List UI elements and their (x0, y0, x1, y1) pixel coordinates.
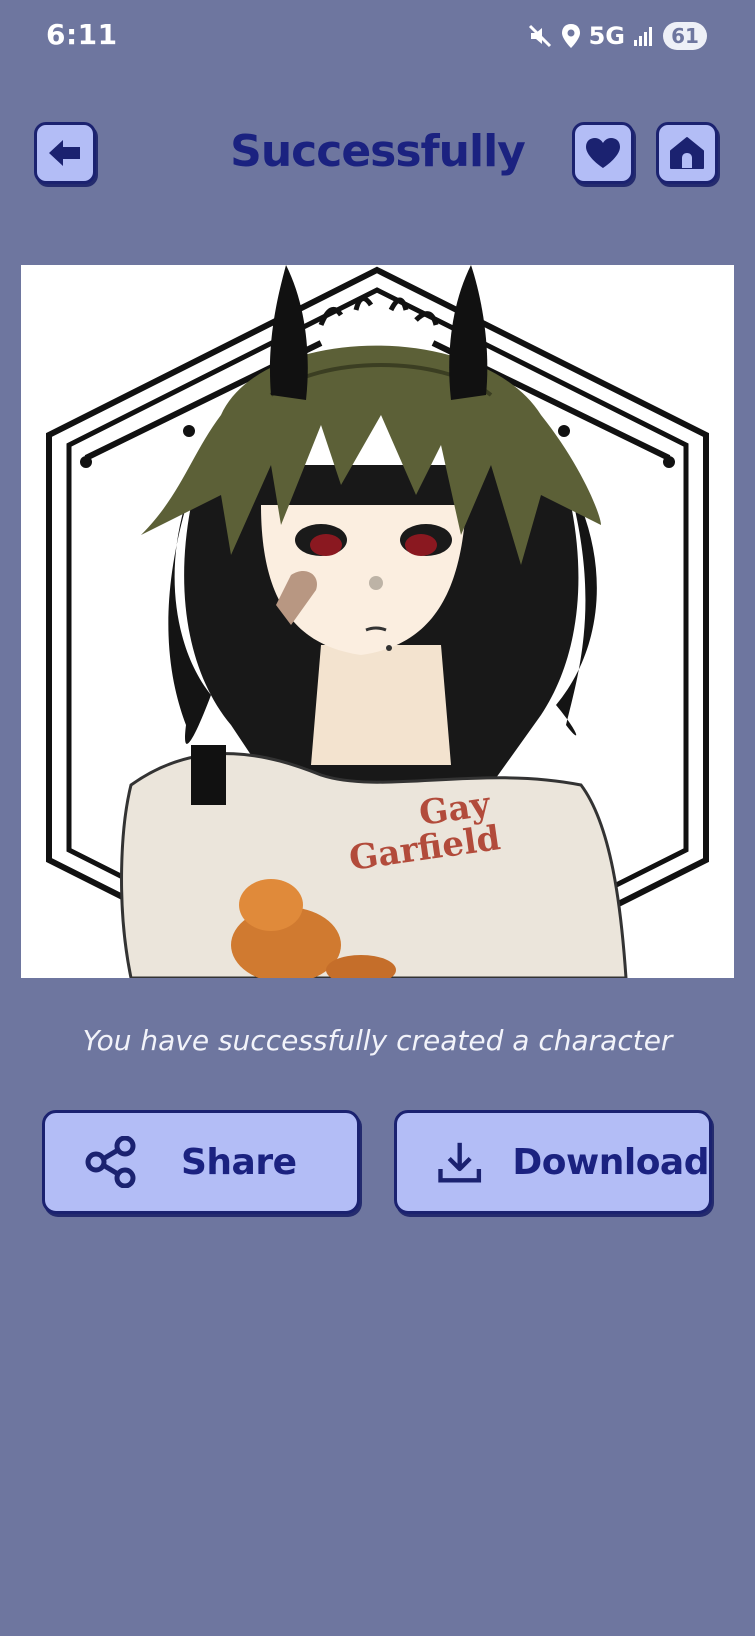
status-time: 6:11 (46, 18, 118, 51)
share-icon (85, 1136, 136, 1188)
success-message: You have successfully created a characte… (82, 1024, 673, 1057)
home-button[interactable] (656, 122, 718, 184)
home-icon (670, 137, 704, 169)
favorite-button[interactable] (572, 122, 634, 184)
status-icons: 5G 61 (527, 18, 707, 54)
location-icon (561, 24, 580, 48)
character-image: Gay Garfield (21, 265, 734, 978)
download-icon (438, 1142, 482, 1183)
download-button[interactable]: Download (394, 1110, 712, 1214)
mute-icon (528, 24, 551, 48)
download-label: Download (512, 1141, 709, 1183)
network-type: 5G (588, 22, 625, 50)
battery-indicator: 61 (663, 22, 707, 50)
heart-icon (586, 138, 620, 168)
signal-icon (634, 27, 652, 46)
share-button[interactable]: Share (42, 1110, 360, 1214)
share-label: Share (181, 1141, 297, 1183)
character-illustration: Gay Garfield (46, 265, 709, 978)
page-title: Successfully (230, 126, 526, 177)
status-bar: 6:11 5G 61 (0, 0, 755, 72)
